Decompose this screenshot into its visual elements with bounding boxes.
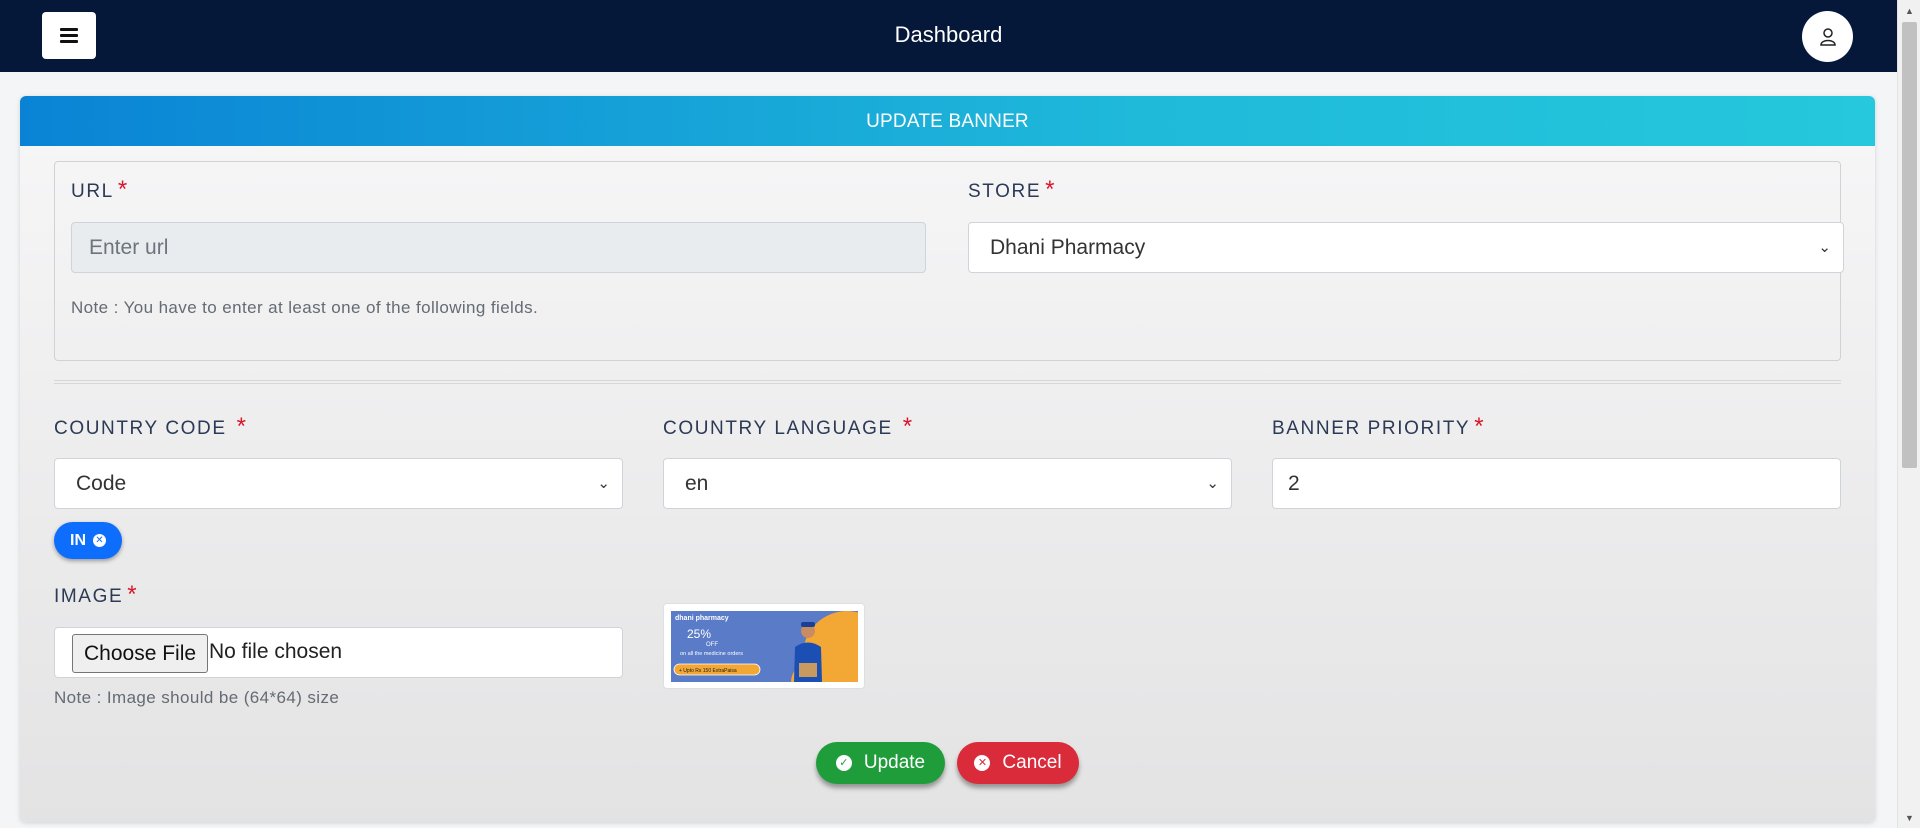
country-language-select[interactable]: en ⌄ (663, 458, 1232, 509)
country-code-label: COUNTRY CODE * (54, 413, 248, 440)
url-input[interactable]: Enter url (71, 222, 926, 273)
choose-file-button[interactable]: Choose File (72, 634, 209, 673)
user-icon (1819, 27, 1836, 46)
preview-subtext: on all the medicine orders (680, 651, 743, 657)
update-button[interactable]: ✓ Update (816, 742, 945, 784)
required-asterisk: * (1474, 413, 1486, 440)
banner-priority-value: 2 (1288, 472, 1300, 495)
preview-brand-text: dhani pharmacy (675, 615, 729, 622)
country-language-label: COUNTRY LANGUAGE * (663, 413, 914, 440)
scrollbar-thumb[interactable] (1902, 22, 1917, 468)
url-placeholder: Enter url (89, 236, 169, 259)
country-code-select[interactable]: Code ⌄ (54, 458, 623, 509)
image-file-input[interactable]: Choose File No file chosen (54, 627, 623, 678)
cancel-button[interactable]: ✕ Cancel (957, 742, 1079, 784)
banner-preview-image: dhani pharmacy 25% OFF on all the medici… (671, 611, 858, 682)
card-header: UPDATE BANNER (20, 96, 1875, 146)
image-label: IMAGE * (54, 581, 139, 608)
store-label: STORE * (968, 176, 1057, 203)
preview-off-text: OFF (706, 642, 718, 648)
required-asterisk: * (127, 581, 139, 608)
chevron-down-icon: ⌄ (597, 475, 610, 492)
chevron-down-icon: ⌄ (1206, 475, 1219, 492)
cancel-button-label: Cancel (1002, 752, 1062, 773)
top-navbar: Dashboard (0, 0, 1897, 72)
url-note: Note : You have to enter at least one of… (71, 298, 539, 317)
country-language-selected-value: en (685, 472, 709, 495)
user-profile-button[interactable] (1802, 11, 1853, 62)
section-divider (54, 380, 1841, 384)
page-title: Dashboard (894, 22, 1003, 47)
update-banner-card: UPDATE BANNER URL * Enter url STORE * Dhan… (20, 96, 1875, 822)
preview-offer-text: 25% (687, 627, 711, 641)
remove-chip-icon[interactable]: ✕ (93, 534, 106, 547)
store-select[interactable]: Dhani Pharmacy ⌄ (968, 222, 1844, 273)
required-asterisk: * (1045, 176, 1057, 203)
preview-pill-text: + Upto Rs 150 ExtraPaisa (679, 668, 737, 674)
chevron-down-icon: ⌄ (1818, 239, 1831, 256)
close-circle-icon: ✕ (974, 755, 991, 771)
page-scrollbar[interactable]: ▲ ▼ (1897, 0, 1920, 828)
banner-preview-thumbnail: dhani pharmacy 25% OFF on all the medici… (663, 603, 865, 689)
url-label: URL * (71, 176, 129, 203)
store-selected-value: Dhani Pharmacy (990, 236, 1146, 259)
country-chip-in: IN ✕ (54, 522, 122, 559)
banner-artwork: dhani pharmacy 25% OFF on all the medici… (671, 611, 858, 682)
banner-priority-label: BANNER PRIORITY * (1272, 413, 1486, 440)
required-asterisk: * (117, 176, 129, 203)
scroll-up-arrow-icon[interactable]: ▲ (1898, 2, 1920, 19)
file-status-text: No file chosen (209, 640, 343, 663)
banner-priority-input[interactable]: 2 (1272, 458, 1841, 509)
scroll-down-arrow-icon[interactable]: ▼ (1898, 809, 1920, 826)
update-button-label: Update (863, 752, 926, 773)
country-code-selected-value: Code (76, 472, 127, 495)
required-asterisk: * (236, 413, 248, 440)
required-asterisk: * (902, 413, 914, 440)
image-note: Note : Image should be (64*64) size (54, 688, 340, 707)
check-circle-icon: ✓ (835, 755, 852, 771)
chip-label: IN (70, 531, 86, 549)
